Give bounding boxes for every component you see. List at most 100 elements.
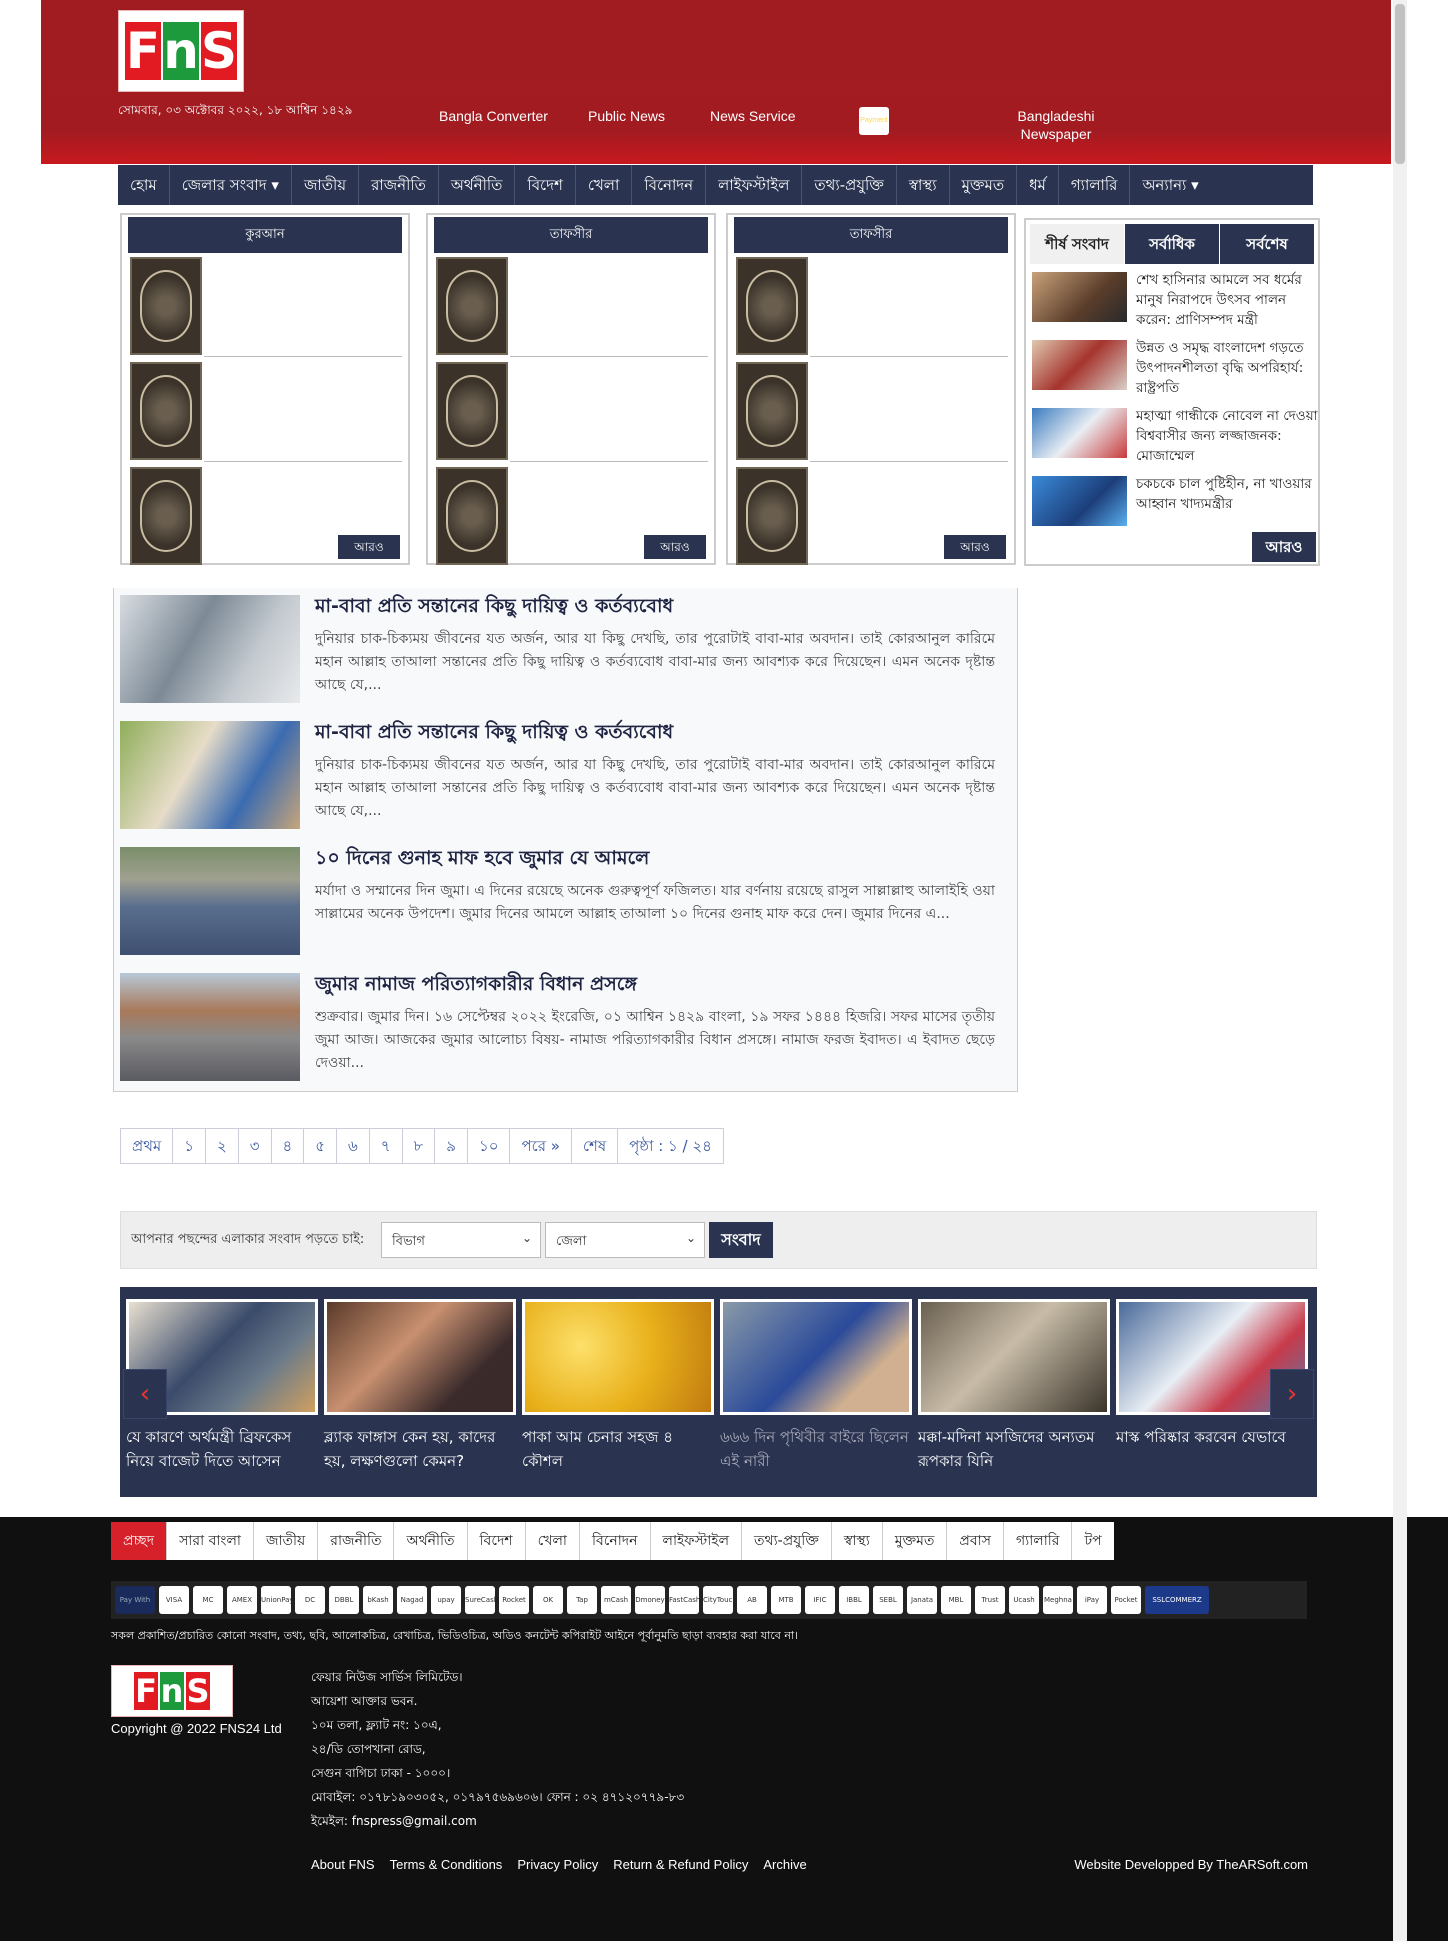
payment-link[interactable]: Payment <box>859 107 889 135</box>
sidebar-news-item[interactable]: মহাত্মা গান্ধীকে নোবেল না দেওয়া বিশ্ববা… <box>1032 408 1322 472</box>
division-select[interactable]: বিভাগ ⌄ <box>381 1222 541 1258</box>
refund-policy-link[interactable]: Return & Refund Policy <box>613 1857 748 1872</box>
carousel-next-button[interactable]: › <box>1270 1369 1314 1419</box>
more-button[interactable]: আরও <box>944 535 1006 559</box>
terms-link[interactable]: Terms & Conditions <box>390 1857 503 1872</box>
footer-nav-countrywide[interactable]: সারা বাংলা <box>167 1522 254 1560</box>
footer-nav-expat[interactable]: প্রবাস <box>947 1522 1004 1560</box>
article-title[interactable]: মা-বাবা প্রতি সন্তানের কিছু দায়িত্ব ও ক… <box>315 592 673 624</box>
page-1[interactable]: ১ <box>173 1129 206 1163</box>
more-button[interactable]: আরও <box>338 535 400 559</box>
nav-gallery[interactable]: গ্যালারি <box>1059 165 1131 205</box>
nav-home[interactable]: হোম <box>118 165 170 205</box>
area-news-button[interactable]: সংবাদ <box>709 1222 773 1258</box>
article-thumbnail[interactable] <box>120 847 300 955</box>
nav-district-news[interactable]: জেলার সংবাদ ▾ <box>170 165 292 205</box>
footer-fns-logo[interactable]: FnS <box>111 1665 233 1717</box>
sidebar-more-button[interactable]: আরও <box>1252 532 1316 562</box>
nav-international[interactable]: বিদেশ <box>515 165 576 205</box>
page-2[interactable]: ২ <box>205 1129 239 1163</box>
sidebar-news-item[interactable]: উন্নত ও সমৃদ্ধ বাংলাদেশ গড়তে উৎপাদনশীলত… <box>1032 340 1322 404</box>
carousel-image[interactable] <box>918 1299 1110 1415</box>
sidebar-news-item[interactable]: চকচকে চাল পুষ্টিহীন, না খাওয়ার আহ্বান খ… <box>1032 476 1322 540</box>
nav-tech[interactable]: তথ্য-প্রযুক্তি <box>802 165 897 205</box>
page-next[interactable]: পরে » <box>510 1129 572 1163</box>
bangladeshi-newspaper-link[interactable]: Bangladeshi Newspaper <box>991 107 1121 143</box>
nav-lifestyle[interactable]: লাইফস্টাইল <box>706 165 803 205</box>
footer-nav-lifestyle[interactable]: লাইফস্টাইল <box>650 1522 743 1560</box>
footer-nav-international[interactable]: বিদেশ <box>467 1522 526 1560</box>
page-first[interactable]: প্রথম <box>121 1129 174 1163</box>
nav-national[interactable]: জাতীয় <box>292 165 360 205</box>
page-scrollbar[interactable] <box>1393 0 1407 1941</box>
tab-most-read[interactable]: সর্বাধিক <box>1125 224 1220 264</box>
sidebar-news-item[interactable]: শেখ হাসিনার আমলে সব ধর্মের মানুষ নিরাপদে… <box>1032 272 1322 336</box>
carousel-caption[interactable]: ৬৬৬ দিন পৃথিবীর বাইরে ছিলেন এই নারী <box>720 1425 912 1473</box>
more-button[interactable]: আরও <box>644 535 706 559</box>
district-select[interactable]: জেলা ⌄ <box>545 1222 705 1258</box>
carousel-image[interactable] <box>324 1299 516 1415</box>
nav-entertainment[interactable]: বিনোদন <box>632 165 707 205</box>
privacy-link[interactable]: Privacy Policy <box>517 1857 598 1872</box>
footer-nav-health[interactable]: স্বাস্থ্য <box>831 1522 883 1560</box>
nav-health[interactable]: স্বাস্থ্য <box>897 165 950 205</box>
article-title[interactable]: ১০ দিনের গুনাহ মাফ হবে জুমার যে আমলে <box>315 844 649 876</box>
developer-credit[interactable]: Website Developped By TheARSoft.com <box>1074 1857 1308 1872</box>
carousel-image[interactable] <box>522 1299 714 1415</box>
carousel-item[interactable]: ব্ল্যাক ফাঙ্গাস কেন হয়, কাদের হয়, লক্ষ… <box>324 1299 516 1473</box>
carousel-item[interactable]: পাকা আম চেনার সহজ ৪ কৌশল <box>522 1299 714 1473</box>
carousel-prev-button[interactable]: ‹ <box>123 1369 167 1419</box>
carousel-caption[interactable]: যে কারণে অর্থমন্ত্রী ব্রিফকেস নিয়ে বাজে… <box>126 1425 318 1473</box>
article-title[interactable]: মা-বাবা প্রতি সন্তানের কিছু দায়িত্ব ও ক… <box>315 718 673 750</box>
article-thumbnail[interactable] <box>120 721 300 829</box>
page-4[interactable]: ৪ <box>271 1129 305 1163</box>
page-5[interactable]: ৫ <box>304 1129 337 1163</box>
quran-cover-image[interactable] <box>130 467 202 565</box>
footer-nav-home[interactable]: প্রচ্ছদ <box>111 1522 168 1560</box>
nav-politics[interactable]: রাজনীতি <box>359 165 439 205</box>
footer-nav-entertainment[interactable]: বিনোদন <box>579 1522 651 1560</box>
page-9[interactable]: ৯ <box>435 1129 468 1163</box>
carousel-item[interactable]: মক্কা-মদিনা মসজিদের অন্যতম রূপকার যিনি <box>918 1299 1110 1473</box>
article-title[interactable]: জুমার নামাজ পরিত্যাগকারীর বিধান প্রসঙ্গে <box>315 970 637 1002</box>
tafsir-cover-image[interactable] <box>436 467 508 565</box>
article-item[interactable]: জুমার নামাজ পরিত্যাগকারীর বিধান প্রসঙ্গে… <box>120 970 1015 1085</box>
footer-nav-national[interactable]: জাতীয় <box>253 1522 319 1560</box>
bangla-converter-link[interactable]: Bangla Converter <box>439 107 548 125</box>
carousel-caption[interactable]: মাস্ক পরিষ্কার করবেন যেভাবে <box>1116 1425 1308 1449</box>
page-8[interactable]: ৮ <box>402 1129 436 1163</box>
article-item[interactable]: মা-বাবা প্রতি সন্তানের কিছু দায়িত্ব ও ক… <box>120 592 1015 707</box>
tafsir-cover-image[interactable] <box>736 467 808 565</box>
about-link[interactable]: About FNS <box>311 1857 375 1872</box>
article-item[interactable]: ১০ দিনের গুনাহ মাফ হবে জুমার যে আমলে মর্… <box>120 844 1015 959</box>
tafsir-cover-image[interactable] <box>436 257 508 355</box>
quran-cover-image[interactable] <box>130 257 202 355</box>
page-3[interactable]: ৩ <box>238 1129 272 1163</box>
footer-nav-economy[interactable]: অর্থনীতি <box>394 1522 468 1560</box>
fns-logo[interactable]: FnS <box>118 10 244 92</box>
page-10[interactable]: ১০ <box>467 1129 511 1163</box>
scrollbar-thumb[interactable] <box>1395 4 1405 164</box>
nav-others[interactable]: অন্যান্য ▾ <box>1130 165 1210 205</box>
tab-top-news[interactable]: শীর্ষ সংবাদ <box>1030 224 1125 264</box>
tafsir-cover-image[interactable] <box>436 362 508 460</box>
public-news-link[interactable]: Public News <box>588 107 665 125</box>
article-thumbnail[interactable] <box>120 595 300 703</box>
footer-nav-top[interactable]: টপ <box>1072 1522 1114 1560</box>
nav-sports[interactable]: খেলা <box>576 165 633 205</box>
tab-latest[interactable]: সর্বশেষ <box>1220 224 1314 264</box>
carousel-caption[interactable]: মক্কা-মদিনা মসজিদের অন্যতম রূপকার যিনি <box>918 1425 1110 1473</box>
carousel-image[interactable] <box>720 1299 912 1415</box>
article-item[interactable]: মা-বাবা প্রতি সন্তানের কিছু দায়িত্ব ও ক… <box>120 718 1015 833</box>
page-7[interactable]: ৭ <box>369 1129 403 1163</box>
carousel-item[interactable]: ৬৬৬ দিন পৃথিবীর বাইরে ছিলেন এই নারী <box>720 1299 912 1473</box>
footer-nav-politics[interactable]: রাজনীতি <box>318 1522 395 1560</box>
tafsir-cover-image[interactable] <box>736 257 808 355</box>
news-service-link[interactable]: News Service <box>710 107 796 125</box>
footer-nav-gallery[interactable]: গ্যালারি <box>1003 1522 1073 1560</box>
nav-religion[interactable]: ধর্ম <box>1017 165 1059 205</box>
page-6[interactable]: ৬ <box>336 1129 370 1163</box>
quran-cover-image[interactable] <box>130 362 202 460</box>
archive-link[interactable]: Archive <box>763 1857 806 1872</box>
footer-nav-sports[interactable]: খেলা <box>525 1522 580 1560</box>
